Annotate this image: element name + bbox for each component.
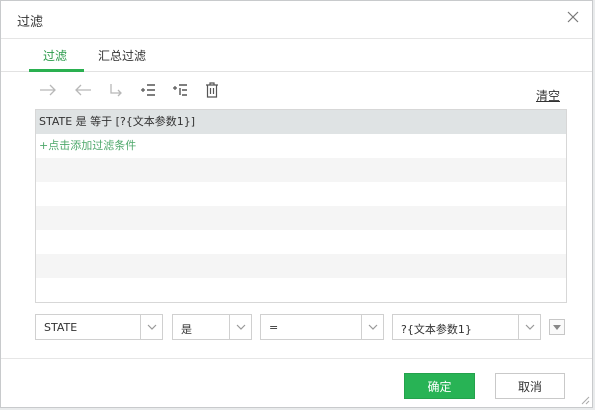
ok-button[interactable]: 确定 — [404, 373, 475, 399]
condition-list: STATE 是 等于 [?{文本参数1}] +点击添加过滤条件 — [35, 109, 567, 303]
empty-row — [36, 254, 566, 278]
empty-row — [36, 182, 566, 206]
operator-select[interactable]: 是 — [172, 314, 252, 340]
comparison-select-value: = — [269, 321, 279, 334]
tab-summary-filter[interactable]: 汇总过滤 — [98, 47, 146, 64]
chevron-down-icon[interactable] — [518, 315, 540, 339]
condition-row[interactable]: STATE 是 等于 [?{文本参数1}] — [36, 110, 566, 134]
empty-row — [36, 230, 566, 254]
cancel-button[interactable]: 取消 — [495, 373, 565, 399]
chevron-down-icon[interactable] — [361, 315, 383, 339]
add-subcondition-icon[interactable] — [169, 80, 191, 100]
tab-filter[interactable]: 过滤 — [43, 47, 67, 64]
comparison-select[interactable]: = — [260, 314, 384, 340]
add-condition-link[interactable]: +点击添加过滤条件 — [36, 134, 566, 158]
arrow-left-icon[interactable] — [72, 80, 94, 100]
chevron-down-icon[interactable] — [140, 315, 162, 339]
value-type-dropdown[interactable] — [549, 319, 565, 335]
parameter-select-value: ?{文本参数1} — [401, 323, 472, 336]
triangle-down-icon — [553, 324, 561, 330]
indent-icon[interactable] — [105, 80, 127, 100]
add-condition-icon[interactable] — [137, 80, 159, 100]
footer-divider — [1, 358, 592, 359]
empty-row — [36, 278, 566, 302]
operator-select-value: 是 — [181, 323, 192, 336]
empty-row — [36, 206, 566, 230]
arrow-right-icon[interactable] — [37, 80, 59, 100]
clear-button[interactable]: 清空 — [536, 87, 560, 104]
dialog-title: 过滤 — [17, 15, 44, 30]
close-icon[interactable] — [566, 10, 580, 24]
tab-bar: 过滤 汇总过滤 — [1, 39, 592, 72]
active-tab-indicator — [29, 69, 84, 72]
filter-dialog: 过滤 过滤 汇总过滤 清空 STATE 是 等于 [?{文本参数1}] +点击添… — [0, 0, 593, 408]
dialog-titlebar: 过滤 — [1, 1, 592, 39]
field-select-value: STATE — [44, 321, 78, 334]
empty-row — [36, 158, 566, 182]
field-select[interactable]: STATE — [35, 314, 163, 340]
delete-icon[interactable] — [201, 80, 223, 100]
chevron-down-icon[interactable] — [229, 315, 251, 339]
resize-grip-icon[interactable] — [578, 393, 590, 405]
parameter-select[interactable]: ?{文本参数1} — [392, 314, 541, 340]
